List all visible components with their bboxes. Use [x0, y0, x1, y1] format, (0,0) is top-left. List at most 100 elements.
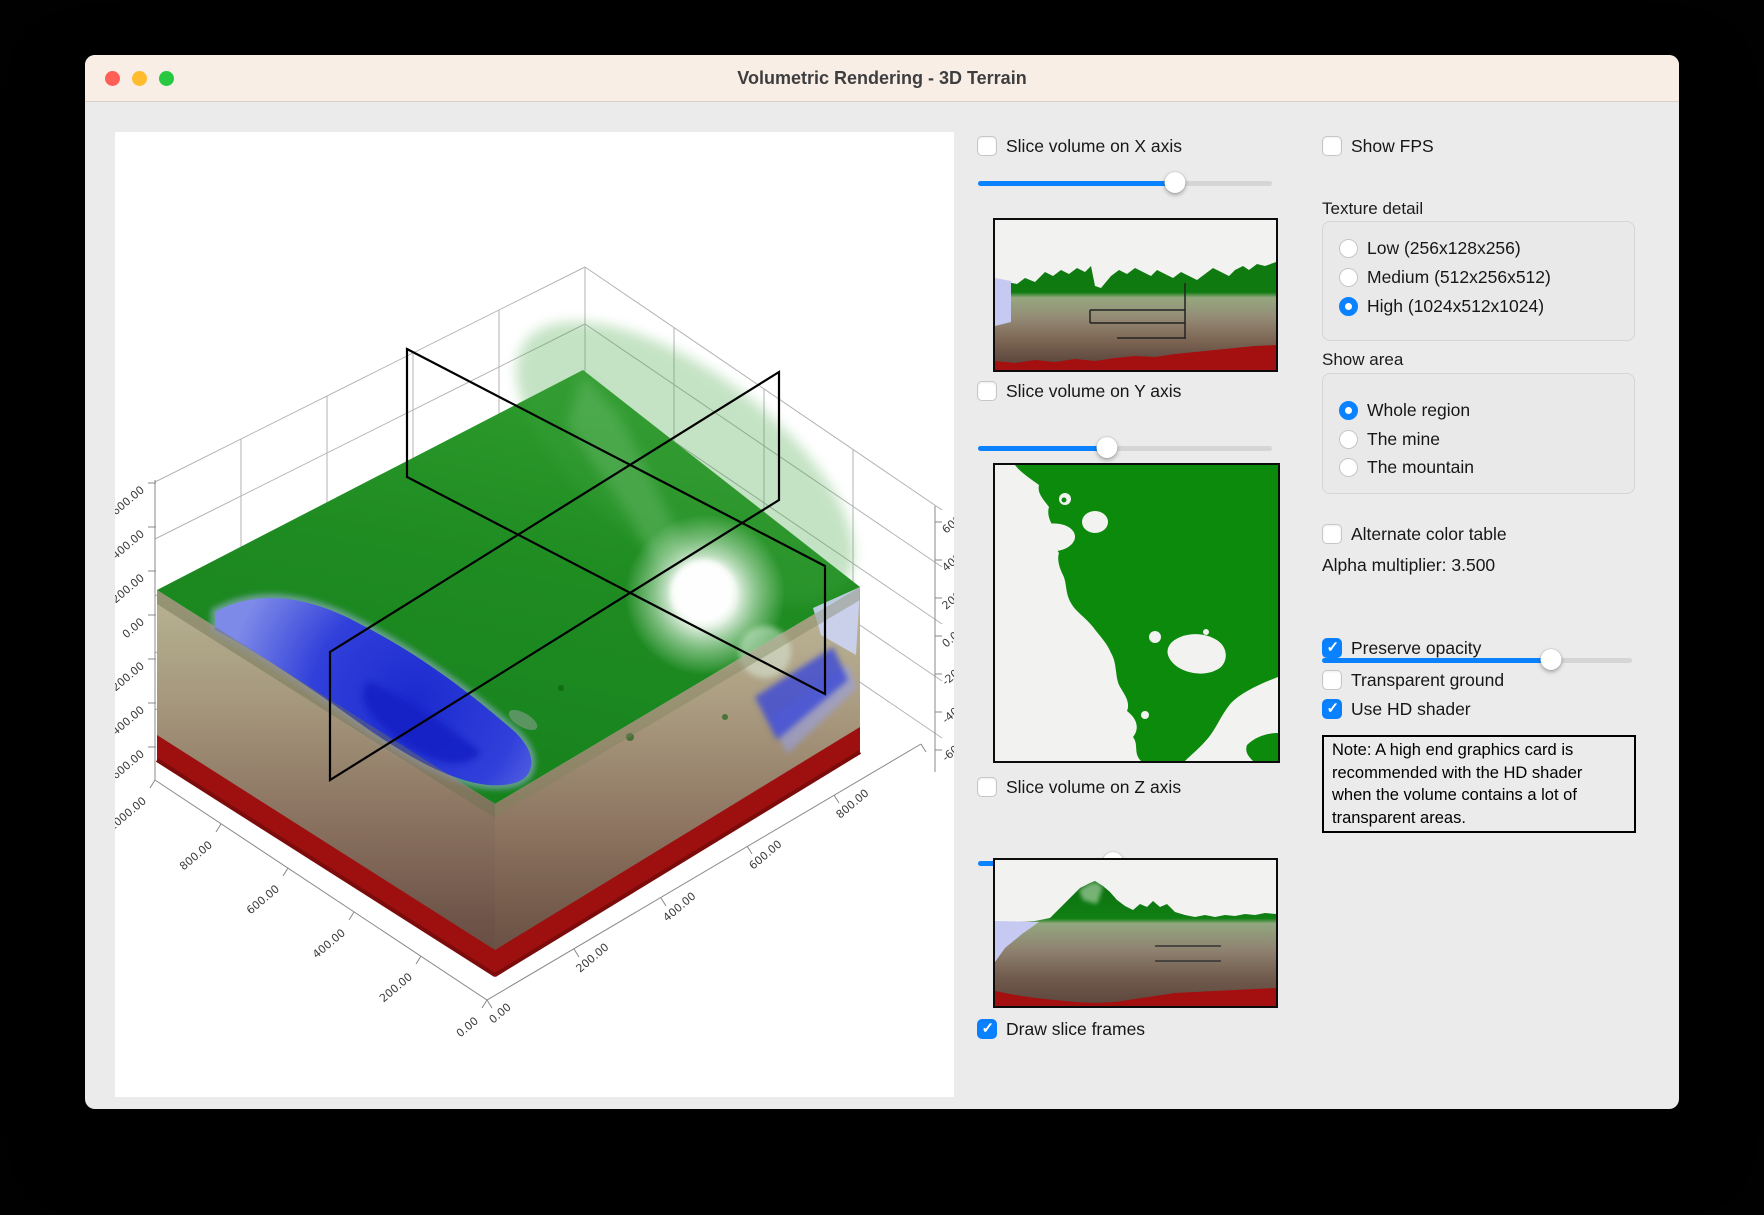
slider-fill [978, 181, 1175, 186]
svg-text:600.00: 600.00 [940, 502, 954, 537]
slider-thumb[interactable] [1164, 172, 1185, 193]
radio-label: Whole region [1367, 400, 1470, 421]
svg-text:0.00: 0.00 [487, 1001, 514, 1027]
svg-text:-600.00: -600.00 [940, 727, 954, 764]
checkbox-checked-icon [977, 1019, 997, 1039]
radio-icon [1339, 430, 1358, 449]
svg-text:400.00: 400.00 [310, 926, 348, 961]
radio-texture-medium[interactable]: Medium (512x256x512) [1339, 265, 1551, 289]
slice-y-label: Slice volume on Y axis [1006, 381, 1181, 402]
texture-detail-group-label: Texture detail [1322, 199, 1423, 219]
radio-icon [1339, 268, 1358, 287]
radio-label: The mine [1367, 429, 1440, 450]
slice-x-checkbox[interactable]: Slice volume on X axis [977, 134, 1182, 158]
checkbox-icon [977, 136, 997, 156]
window-content: 600.00 400.00 200.00 0.00 -200.00 -400.0… [85, 102, 1679, 1109]
water-level [995, 278, 1011, 326]
radio-texture-low[interactable]: Low (256x128x256) [1339, 236, 1521, 260]
fullscreen-icon[interactable] [159, 71, 174, 86]
svg-text:800.00: 800.00 [177, 838, 215, 873]
slice-x-slider[interactable] [978, 173, 1272, 193]
slice-x-label: Slice volume on X axis [1006, 136, 1182, 157]
svg-text:200.00: 200.00 [377, 970, 415, 1005]
radio-icon [1339, 239, 1358, 258]
checkbox-icon [1322, 670, 1342, 690]
transparent-ground-label: Transparent ground [1351, 670, 1504, 691]
svg-text:-400.00: -400.00 [115, 703, 147, 740]
svg-text:200.00: 200.00 [940, 578, 954, 613]
svg-text:200.00: 200.00 [115, 571, 147, 606]
svg-text:400.00: 400.00 [940, 540, 954, 575]
terrain-volume [157, 270, 899, 977]
radio-label: Low (256x128x256) [1367, 238, 1521, 259]
svg-text:-200.00: -200.00 [115, 659, 147, 696]
slice-y-slider[interactable] [978, 438, 1272, 458]
checkbox-icon [1322, 136, 1342, 156]
window-titlebar[interactable]: Volumetric Rendering - 3D Terrain [85, 55, 1679, 102]
radio-whole-region[interactable]: Whole region [1339, 398, 1470, 422]
radio-icon [1339, 458, 1358, 477]
slice-z-label: Slice volume on Z axis [1006, 777, 1181, 798]
radio-the-mountain[interactable]: The mountain [1339, 455, 1474, 479]
alternate-color-table-checkbox[interactable]: Alternate color table [1322, 522, 1507, 546]
radio-selected-icon [1339, 401, 1358, 420]
slice-preview-z [993, 858, 1278, 1008]
radio-label: Medium (512x256x512) [1367, 267, 1551, 288]
svg-text:-200.00: -200.00 [940, 651, 954, 688]
hd-shader-note: Note: A high end graphics card is recomm… [1322, 735, 1636, 833]
slice-y-checkbox[interactable]: Slice volume on Y axis [977, 379, 1181, 403]
svg-text:600.00: 600.00 [244, 882, 282, 917]
radio-label: High (1024x512x1024) [1367, 296, 1544, 317]
checkbox-icon [977, 381, 997, 401]
slider-fill [978, 446, 1107, 451]
checkbox-checked-icon [1322, 638, 1342, 658]
terrain-3d-plot[interactable]: 600.00 400.00 200.00 0.00 -200.00 -400.0… [115, 132, 954, 1097]
map-corner-land [1246, 733, 1278, 761]
minimize-icon[interactable] [132, 71, 147, 86]
svg-text:0.00: 0.00 [454, 1014, 481, 1040]
svg-text:0.00: 0.00 [120, 615, 147, 641]
svg-text:1000.00: 1000.00 [115, 794, 149, 833]
cross-section-terrain [995, 881, 1276, 1006]
desktop-background: Volumetric Rendering - 3D Terrain [0, 0, 1764, 1215]
show-area-group: Whole region The mine The mountain [1322, 373, 1635, 494]
slider-thumb[interactable] [1541, 649, 1562, 670]
radio-the-mine[interactable]: The mine [1339, 427, 1440, 451]
close-icon[interactable] [105, 71, 120, 86]
slider-thumb[interactable] [1097, 437, 1118, 458]
preserve-opacity-label: Preserve opacity [1351, 638, 1481, 659]
svg-text:400.00: 400.00 [115, 527, 147, 562]
z-axis-right-labels: 600.00 400.00 200.00 0.00 -200.00 -400.0… [940, 502, 954, 765]
map-islet [1062, 498, 1067, 503]
traffic-lights [105, 55, 174, 101]
draw-slice-frames-checkbox[interactable]: Draw slice frames [977, 1017, 1145, 1041]
radio-label: The mountain [1367, 457, 1474, 478]
show-fps-label: Show FPS [1351, 136, 1434, 157]
radio-texture-high[interactable]: High (1024x512x1024) [1339, 294, 1544, 318]
slice-preview-y [993, 463, 1280, 763]
checkbox-checked-icon [1322, 699, 1342, 719]
checkbox-icon [977, 777, 997, 797]
use-hd-shader-label: Use HD shader [1351, 699, 1471, 720]
svg-text:-600.00: -600.00 [115, 747, 147, 784]
z-axis-left-labels: 600.00 400.00 200.00 0.00 -200.00 -400.0… [115, 483, 147, 784]
use-hd-shader-checkbox[interactable]: Use HD shader [1322, 697, 1471, 721]
svg-text:600.00: 600.00 [115, 483, 147, 518]
svg-text:600.00: 600.00 [747, 838, 785, 873]
terrain-3d-view[interactable]: 600.00 400.00 200.00 0.00 -200.00 -400.0… [115, 132, 954, 1097]
texture-detail-group: Low (256x128x256) Medium (512x256x512) H… [1322, 221, 1635, 341]
checkbox-icon [1322, 524, 1342, 544]
show-area-group-label: Show area [1322, 350, 1403, 370]
app-window: Volumetric Rendering - 3D Terrain [85, 55, 1679, 1109]
preserve-opacity-checkbox[interactable]: Preserve opacity [1322, 636, 1481, 660]
show-fps-checkbox[interactable]: Show FPS [1322, 134, 1434, 158]
draw-slice-frames-label: Draw slice frames [1006, 1019, 1145, 1040]
transparent-ground-checkbox[interactable]: Transparent ground [1322, 668, 1504, 692]
svg-text:0.00: 0.00 [940, 625, 954, 651]
alpha-multiplier-label: Alpha multiplier: 3.500 [1322, 555, 1495, 576]
alternate-color-table-label: Alternate color table [1351, 524, 1507, 545]
window-title: Volumetric Rendering - 3D Terrain [737, 68, 1026, 89]
radio-selected-icon [1339, 297, 1358, 316]
slice-preview-x [993, 218, 1278, 372]
slice-z-checkbox[interactable]: Slice volume on Z axis [977, 775, 1181, 799]
